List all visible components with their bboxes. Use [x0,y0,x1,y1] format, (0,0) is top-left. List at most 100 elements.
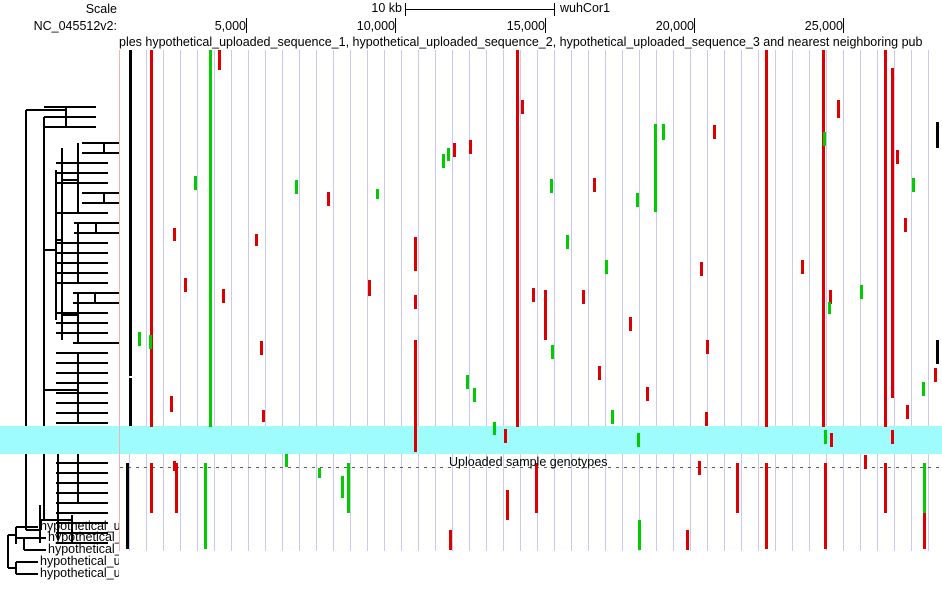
variant-mark[interactable] [453,143,456,157]
variant-mark[interactable] [218,50,221,70]
uploaded-variant-mark[interactable] [884,463,887,513]
variant-mark[interactable] [466,375,469,389]
ruler[interactable]: 10 kb wuhCor1 5,000 10,000 15,000 20,000 25,… [119,0,942,36]
variant-mark[interactable] [884,158,887,186]
variant-mark[interactable] [912,178,915,192]
variant-mark[interactable] [922,382,925,396]
variant-track[interactable]: Uploaded sample genotypes [120,50,942,551]
variant-mark[interactable] [516,50,519,427]
variant-mark[interactable] [636,193,639,207]
variant-mark[interactable] [551,345,554,359]
variant-mark[interactable] [830,433,833,447]
variant-mark[interactable] [295,180,298,194]
uploaded-variant-mark[interactable] [175,463,178,513]
variant-mark[interactable] [936,122,939,148]
variant-mark[interactable] [860,285,863,299]
variant-mark[interactable] [493,422,496,435]
uploaded-variant-mark[interactable] [347,463,350,513]
variant-mark[interactable] [550,179,553,193]
variant-mark[interactable] [149,335,152,349]
variant-mark[interactable] [611,410,614,424]
variant-mark[interactable] [566,235,569,249]
variant-mark[interactable] [906,405,909,419]
variant-mark[interactable] [414,340,417,452]
variant-mark[interactable] [414,295,417,309]
variant-mark[interactable] [629,317,632,331]
variant-mark[interactable] [532,288,535,302]
variant-mark[interactable] [184,278,187,292]
variant-mark[interactable] [327,192,330,206]
variant-mark[interactable] [260,341,263,355]
variant-mark[interactable] [706,340,709,354]
variant-mark[interactable] [194,176,197,190]
uploaded-variant-mark[interactable] [204,463,207,549]
variant-mark[interactable] [864,455,867,469]
variant-mark[interactable] [598,366,601,380]
variant-mark[interactable] [582,290,585,304]
variant-mark[interactable] [662,124,665,140]
variant-mark[interactable] [150,50,153,427]
variant-mark[interactable] [504,429,507,443]
uploaded-variant-mark[interactable] [638,520,641,550]
variant-mark[interactable] [896,150,899,164]
variant-mark[interactable] [713,125,716,139]
uploaded-samples-tree-pane[interactable]: hypothetical_u hypothetical_ hypothetical_… [0,505,119,601]
variant-mark[interactable] [318,468,321,478]
variant-mark[interactable] [934,368,937,382]
variant-mark[interactable] [837,100,840,118]
variant-mark[interactable] [285,454,288,467]
variant-mark[interactable] [824,430,827,444]
variant-mark[interactable] [698,461,701,475]
uploaded-variant-mark[interactable] [923,463,926,513]
variant-mark[interactable] [209,50,212,427]
variant-mark[interactable] [765,50,768,427]
variant-mark[interactable] [173,228,176,241]
variant-mark[interactable] [891,68,894,398]
uploaded-variant-mark[interactable] [686,530,689,550]
variant-mark[interactable] [654,124,657,212]
variant-mark[interactable] [368,280,371,296]
variant-mark[interactable] [521,100,524,114]
variant-mark[interactable] [129,50,132,376]
variant-mark[interactable] [255,234,258,246]
variant-mark[interactable] [605,260,608,274]
uploaded-variant-mark[interactable] [824,463,827,549]
variant-mark[interactable] [891,430,894,444]
uploaded-variant-mark[interactable] [535,463,538,513]
phylogenetic-tree-pane[interactable] [0,50,119,551]
variant-mark[interactable] [222,289,225,303]
variant-mark[interactable] [469,140,472,154]
variant-mark[interactable] [376,189,379,199]
variant-mark[interactable] [544,310,547,340]
variant-mark[interactable] [170,396,173,412]
variant-mark[interactable] [823,132,826,146]
variant-mark[interactable] [828,302,831,314]
variant-mark[interactable] [414,237,417,271]
variant-mark[interactable] [593,178,596,192]
variant-mark[interactable] [904,218,907,232]
uploaded-sample-label[interactable]: hypothetical_u [40,566,119,580]
variant-mark[interactable] [262,410,265,422]
variant-mark[interactable] [700,262,703,276]
variant-mark[interactable] [341,476,344,498]
grid-line [571,50,572,551]
variant-mark[interactable] [637,433,640,447]
uploaded-variant-mark[interactable] [923,513,926,549]
variant-mark[interactable] [129,378,132,426]
uploaded-variant-mark[interactable] [506,490,509,520]
variant-mark[interactable] [936,340,939,364]
variant-mark[interactable] [447,148,450,161]
variant-mark[interactable] [884,50,887,427]
variant-mark[interactable] [138,332,141,346]
uploaded-variant-mark[interactable] [126,463,129,549]
uploaded-variant-mark[interactable] [150,463,153,513]
variant-mark[interactable] [822,50,825,427]
variant-mark[interactable] [646,387,649,401]
uploaded-variant-mark[interactable] [449,530,452,550]
variant-mark[interactable] [705,412,708,426]
variant-mark[interactable] [442,154,445,168]
variant-mark[interactable] [801,260,804,274]
uploaded-variant-mark[interactable] [736,463,739,513]
variant-mark[interactable] [473,388,476,402]
uploaded-variant-mark[interactable] [765,463,768,549]
